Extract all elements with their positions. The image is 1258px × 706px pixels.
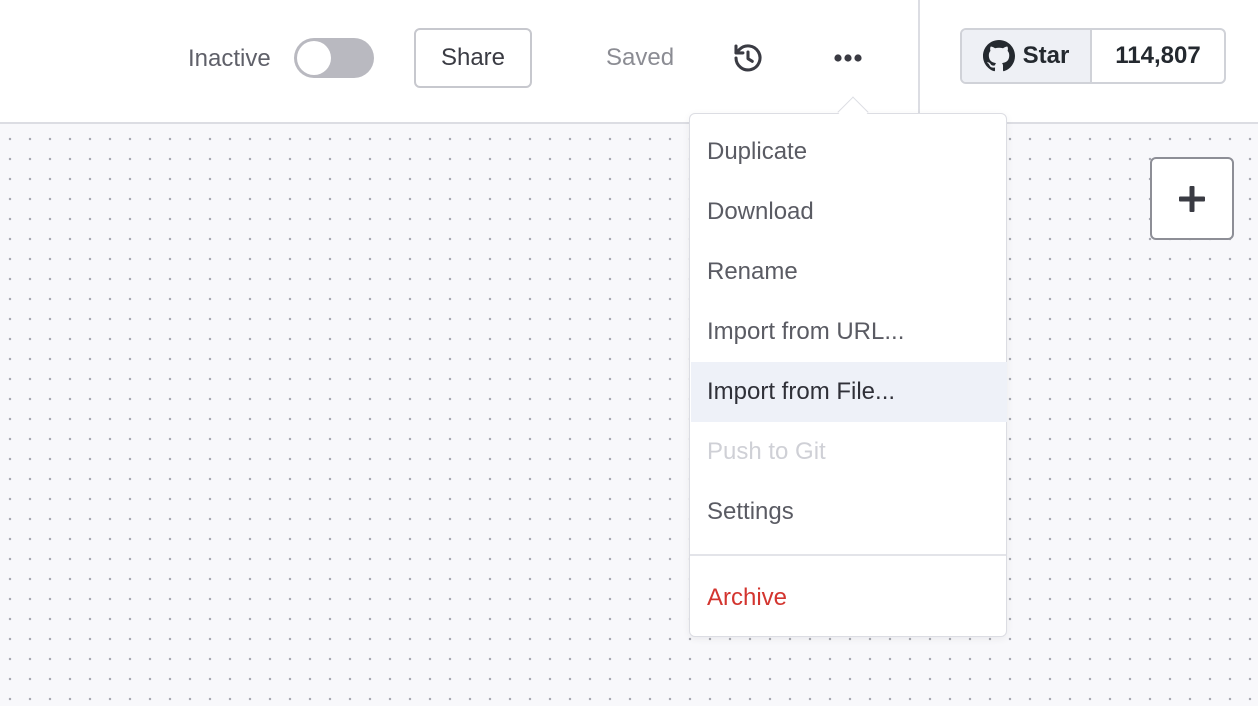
history-icon — [734, 44, 762, 72]
add-node-button[interactable] — [1150, 157, 1234, 240]
menu-item-rename[interactable]: Rename — [691, 242, 1007, 302]
github-star-widget: Star 114,807 — [960, 28, 1226, 84]
more-horizontal-icon — [834, 54, 862, 62]
menu-item-settings[interactable]: Settings — [691, 482, 1007, 542]
workflow-status-label: Inactive — [188, 45, 271, 72]
menu-item-duplicate[interactable]: Duplicate — [691, 122, 1007, 182]
github-star-button[interactable]: Star — [962, 30, 1092, 82]
active-toggle[interactable] — [294, 38, 374, 78]
menu-item-download[interactable]: Download — [691, 182, 1007, 242]
header-divider — [918, 0, 920, 124]
menu-item-import-file[interactable]: Import from File... — [691, 362, 1007, 422]
toggle-knob — [297, 41, 331, 75]
plus-icon — [1179, 185, 1205, 212]
save-status: Saved — [606, 44, 675, 71]
more-options-button[interactable] — [826, 38, 870, 78]
github-icon — [982, 40, 1015, 72]
share-button[interactable]: Share — [414, 28, 532, 88]
menu-item-push-to-git: Push to Git — [707, 438, 826, 465]
github-star-count[interactable]: 114,807 — [1092, 30, 1224, 82]
more-options-menu: Duplicate Download Rename Import from UR… — [689, 113, 1007, 637]
menu-item-archive[interactable]: Archive — [691, 568, 1007, 628]
history-button[interactable] — [728, 38, 768, 78]
top-bar: Inactive Share Saved Star 114,807 — [0, 0, 1258, 124]
menu-item-import-url[interactable]: Import from URL... — [691, 302, 1007, 362]
menu-divider — [690, 554, 1006, 556]
github-star-label: Star — [1022, 42, 1070, 69]
workflow-canvas[interactable] — [0, 126, 1258, 706]
